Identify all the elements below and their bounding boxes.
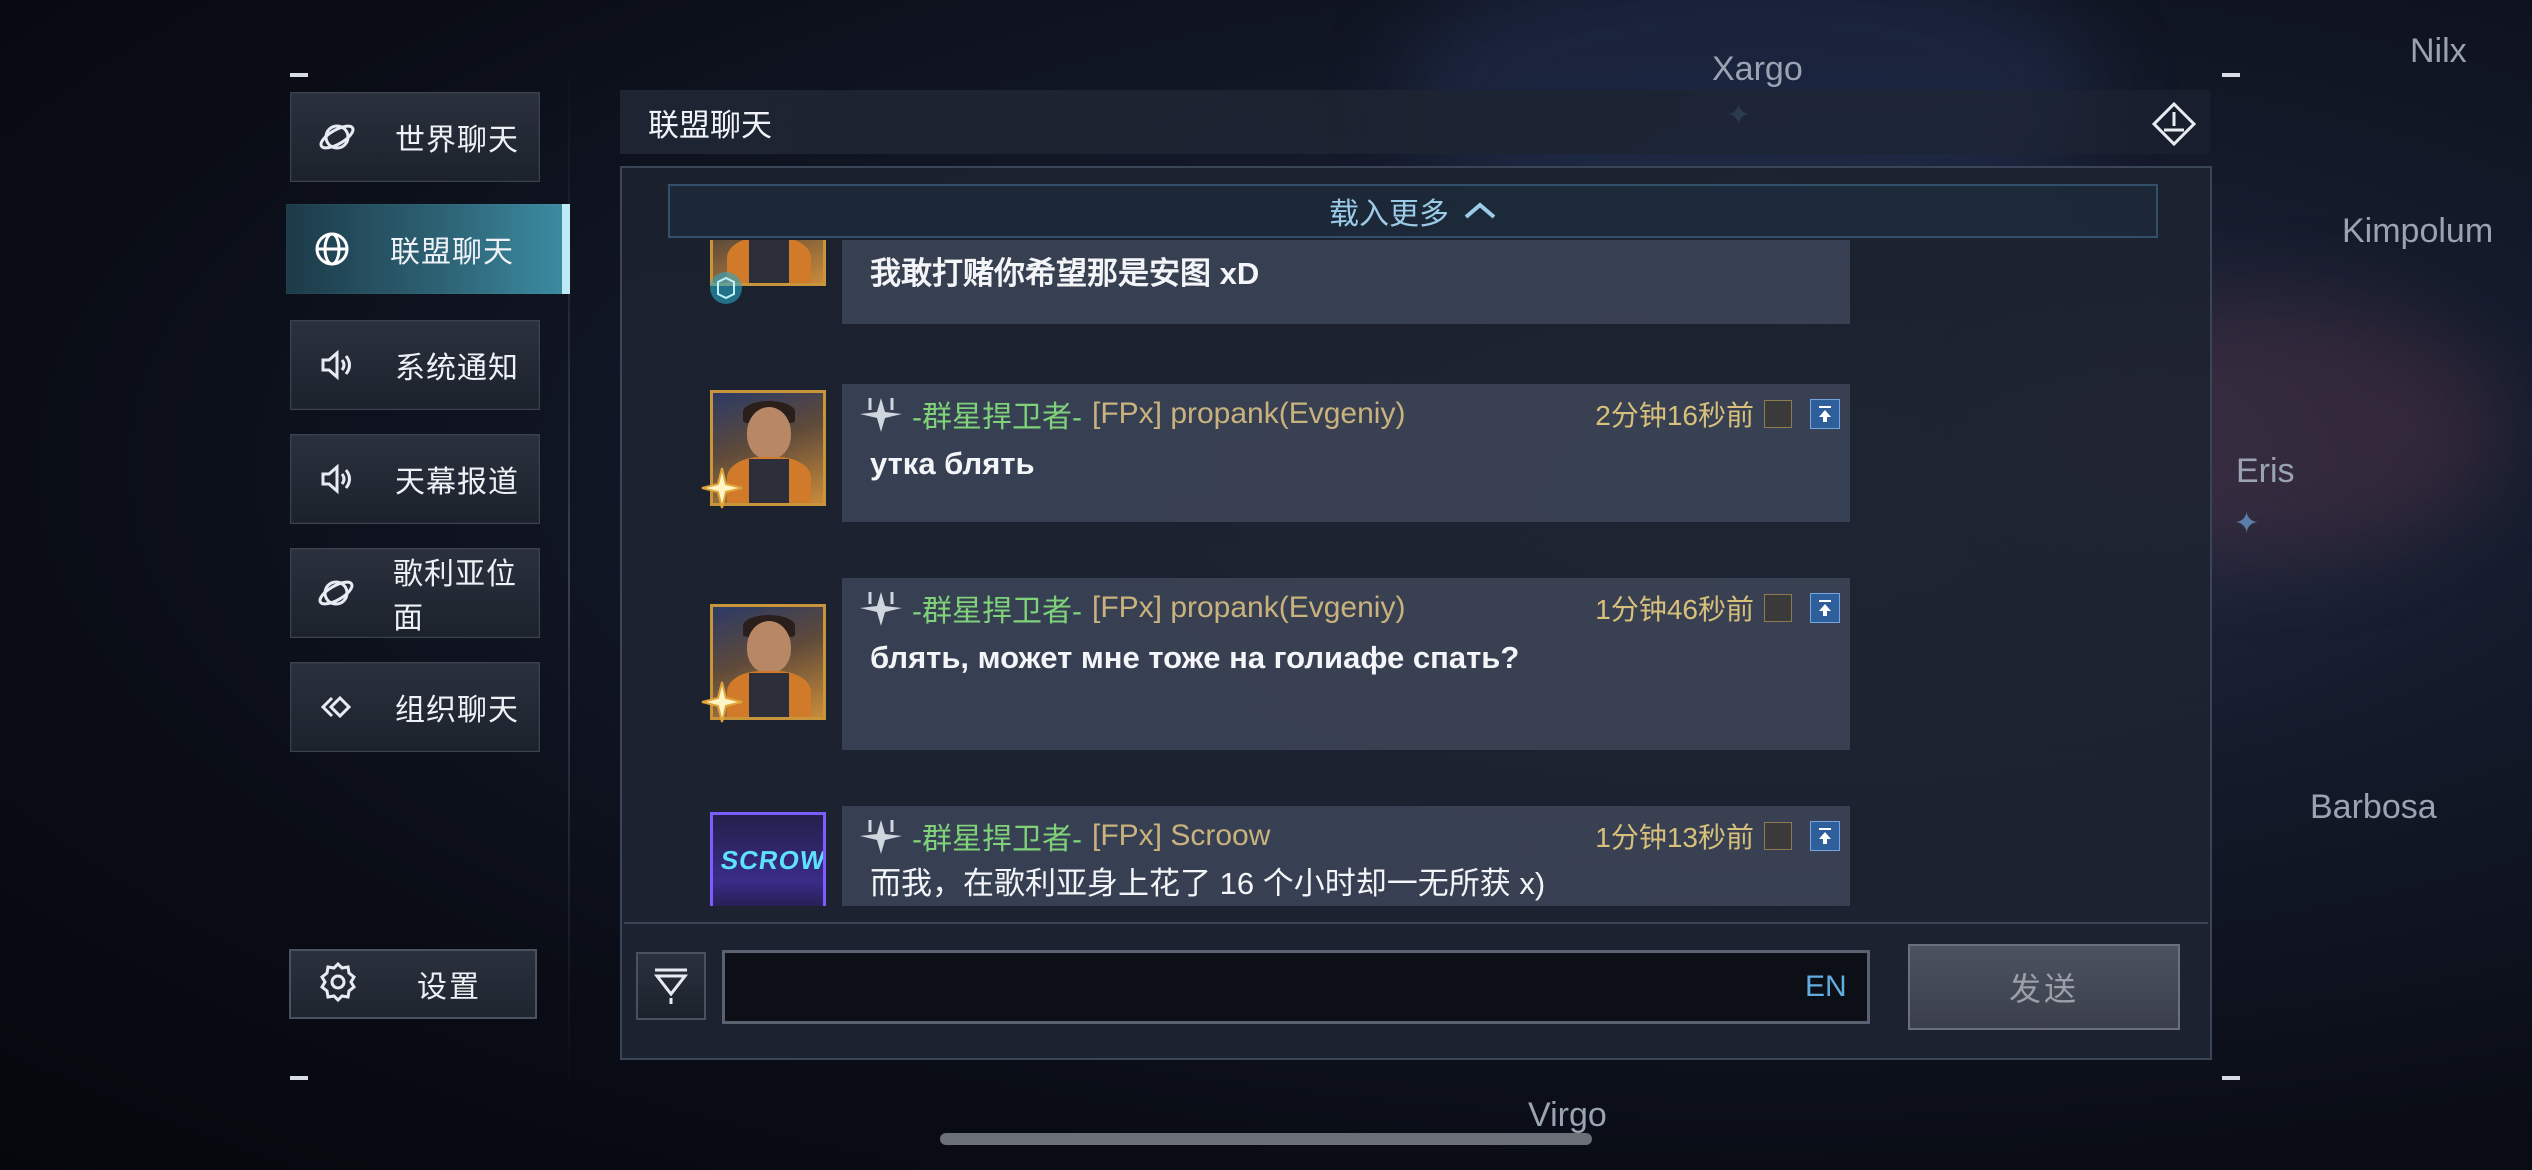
sidebar-item-label: 歌利亚位面 bbox=[393, 558, 517, 635]
frame-corner bbox=[290, 73, 308, 77]
input-language-indicator[interactable]: EN bbox=[1805, 970, 1847, 1004]
sidebar-item-sky-report[interactable]: 天幕报道 bbox=[290, 434, 540, 524]
alliance-badge-icon bbox=[710, 272, 742, 304]
message-text: 而我，在歌利亚身上花了 16 个小时却一无所获 x) bbox=[870, 866, 1546, 901]
message-text: 我敢打赌你希望那是安图 xD bbox=[870, 256, 1260, 291]
map-marker-icon: ✦ bbox=[2234, 507, 2260, 540]
timestamp: 1分钟13秒前 bbox=[1595, 822, 1754, 853]
globe-icon bbox=[312, 229, 352, 269]
message-text: блять, может мне тоже на голиафе спать? bbox=[870, 640, 1520, 675]
sender-nickname[interactable]: -群星捍卫者- bbox=[912, 814, 1082, 858]
timestamp: 2分钟16秒前 bbox=[1595, 400, 1754, 431]
message-header: -群星捍卫者- [FPx] Scroow 1分钟13秒前 bbox=[856, 814, 1840, 858]
sidebar-item-goliath-plane[interactable]: 歌利亚位面 bbox=[290, 548, 540, 638]
timestamp: 1分钟46秒前 bbox=[1595, 594, 1754, 625]
divider bbox=[624, 922, 2208, 924]
message-header: -群星捍卫者- [FPx] propank(Evgeniy) 1分钟46秒前 bbox=[856, 586, 1840, 630]
send-button[interactable]: 发送 bbox=[1908, 944, 2180, 1030]
translate-icon[interactable] bbox=[1764, 400, 1792, 428]
avatar[interactable]: SCROW bbox=[710, 812, 826, 906]
pin-up-icon[interactable] bbox=[1810, 821, 1840, 851]
sender-name[interactable]: [FPx] propank(Evgeniy) bbox=[1092, 591, 1405, 625]
gear-icon bbox=[317, 961, 359, 1008]
map-label-kimpolum[interactable]: Kimpolum bbox=[2342, 212, 2493, 251]
alliance-rank-icon bbox=[860, 398, 902, 432]
rank-star-icon bbox=[701, 467, 743, 509]
planet-icon bbox=[317, 573, 355, 613]
sidebar-item-world-chat[interactable]: 世界聊天 bbox=[290, 92, 540, 182]
rank-star-icon bbox=[701, 681, 743, 723]
chevron-down-icon bbox=[653, 968, 689, 1004]
map-label-xargo[interactable]: Xargo bbox=[1712, 50, 1803, 89]
settings-label: 设置 bbox=[417, 971, 481, 1004]
message-header: -群星捍卫者- [FPx] propank(Evgeniy) 2分钟16秒前 bbox=[856, 392, 1840, 436]
map-label-nilx[interactable]: Nilx bbox=[2410, 32, 2467, 71]
message-text: утка блять bbox=[870, 446, 1035, 481]
alliance-rank-icon bbox=[860, 592, 902, 626]
sender-nickname[interactable]: -群星捍卫者- bbox=[912, 392, 1082, 436]
map-label-eris[interactable]: Eris bbox=[2236, 452, 2295, 491]
pin-up-icon[interactable] bbox=[1810, 593, 1840, 623]
translate-icon[interactable] bbox=[1764, 822, 1792, 850]
sender-nickname[interactable]: -群星捍卫者- bbox=[912, 586, 1082, 630]
speaker-icon bbox=[317, 345, 357, 385]
sender-name[interactable]: [FPx] Scroow bbox=[1092, 819, 1270, 853]
speaker-icon bbox=[317, 459, 357, 499]
expand-toggle-button[interactable] bbox=[636, 952, 706, 1020]
message-time: 2分钟16秒前 bbox=[1595, 394, 1840, 434]
chat-message-input[interactable] bbox=[722, 950, 1870, 1024]
chat-header: 联盟聊天 bbox=[620, 90, 2210, 154]
translate-icon[interactable] bbox=[1764, 594, 1792, 622]
alliance-rank-icon bbox=[860, 820, 902, 854]
sidebar-item-label: 系统通知 bbox=[395, 352, 519, 385]
frame-corner bbox=[290, 1076, 308, 1080]
load-more-button[interactable]: 载入更多 bbox=[668, 184, 2158, 238]
send-label: 发送 bbox=[2008, 971, 2079, 1007]
message-list[interactable]: 我敢打赌你希望那是安图 xD -群星捍卫者- [FPx] propank(Evg… bbox=[624, 240, 2208, 906]
sidebar-item-org-chat[interactable]: 组织聊天 bbox=[290, 662, 540, 752]
planet-icon bbox=[317, 117, 357, 157]
message-time: 1分钟46秒前 bbox=[1595, 588, 1840, 628]
message-time: 1分钟13秒前 bbox=[1595, 816, 1840, 856]
load-more-label: 载入更多 bbox=[1329, 198, 1449, 231]
map-label-virgo[interactable]: Virgo bbox=[1528, 1096, 1607, 1135]
sidebar-item-alliance-chat[interactable]: 联盟聊天 bbox=[286, 204, 570, 294]
diamond-toggle-icon[interactable] bbox=[2150, 100, 2198, 148]
sender-name[interactable]: [FPx] propank(Evgeniy) bbox=[1092, 397, 1405, 431]
page-title: 联盟聊天 bbox=[648, 107, 772, 143]
frame-corner bbox=[2222, 73, 2240, 77]
avatar-text: SCROW bbox=[718, 845, 826, 875]
home-indicator[interactable] bbox=[940, 1133, 1592, 1145]
map-label-barbosa[interactable]: Barbosa bbox=[2310, 788, 2437, 827]
settings-button[interactable]: 设置 bbox=[289, 949, 537, 1019]
chevron-up-icon bbox=[1463, 194, 1497, 228]
frame-corner bbox=[2222, 1076, 2240, 1080]
pin-up-icon[interactable] bbox=[1810, 399, 1840, 429]
sidebar-item-label: 世界聊天 bbox=[395, 124, 519, 157]
sidebar-item-label: 天幕报道 bbox=[395, 466, 519, 499]
sidebar-item-label: 联盟聊天 bbox=[390, 236, 514, 269]
sidebar-item-label: 组织聊天 bbox=[395, 694, 519, 727]
sidebar-item-system-notice[interactable]: 系统通知 bbox=[290, 320, 540, 410]
link-icon bbox=[317, 687, 357, 727]
